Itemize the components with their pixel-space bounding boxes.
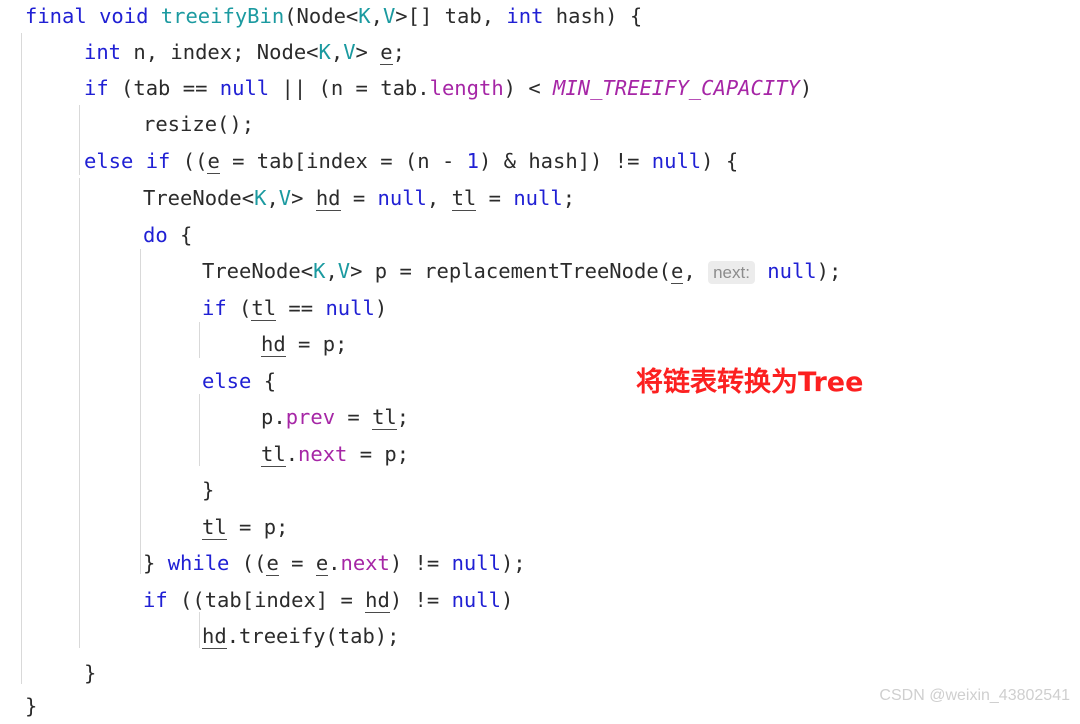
token-keyword: int (506, 4, 544, 28)
code-line[interactable]: if ((tab[index] = hd) != null) (0, 582, 513, 618)
inlay-parameter-hint: next: (708, 261, 755, 284)
token-type-param: K (358, 4, 371, 28)
code-line[interactable]: TreeNode<K,V> hd = null, tl = null; (0, 180, 575, 216)
token-method-declaration: treeifyBin (160, 4, 285, 28)
code-line[interactable]: p.prev = tl; (0, 399, 409, 435)
code-line[interactable]: hd.treeify(tab); (0, 618, 399, 654)
token-type-param: V (382, 4, 396, 28)
code-editor[interactable]: final void treeifyBin(Node<K,V>[] tab, i… (0, 0, 1080, 719)
code-line[interactable]: int n, index; Node<K,V> e; (0, 34, 405, 70)
token-keyword: void (99, 4, 149, 28)
code-line[interactable]: resize(); (0, 106, 254, 142)
code-line[interactable]: tl = p; (0, 509, 288, 545)
token-field: length (429, 76, 504, 100)
code-line[interactable]: } (0, 655, 96, 691)
code-line[interactable]: hd = p; (0, 326, 347, 362)
code-line[interactable]: else if ((e = tab[index = (n - 1) & hash… (0, 143, 738, 179)
code-line[interactable]: } (0, 472, 214, 508)
code-line[interactable]: else { (0, 363, 276, 399)
code-line[interactable]: } while ((e = e.next) != null); (0, 545, 526, 581)
code-line[interactable]: if (tl == null) (0, 290, 387, 326)
code-line[interactable]: if (tab == null || (n = tab.length) < MI… (0, 70, 812, 106)
watermark: CSDN @weixin_43802541 (879, 687, 1070, 704)
annotation-text: 将链表转换为Tree (636, 367, 864, 398)
token-keyword: final (25, 4, 87, 28)
code-line[interactable]: tl.next = p; (0, 436, 409, 472)
token-static-constant: MIN_TREEIFY_CAPACITY (553, 76, 800, 100)
token-local-var: e (380, 40, 393, 65)
code-line[interactable]: do { (0, 217, 192, 253)
code-line[interactable]: final void treeifyBin(Node<K,V>[] tab, i… (0, 0, 642, 34)
code-line[interactable]: TreeNode<K,V> p = replacementTreeNode(e,… (0, 253, 841, 289)
